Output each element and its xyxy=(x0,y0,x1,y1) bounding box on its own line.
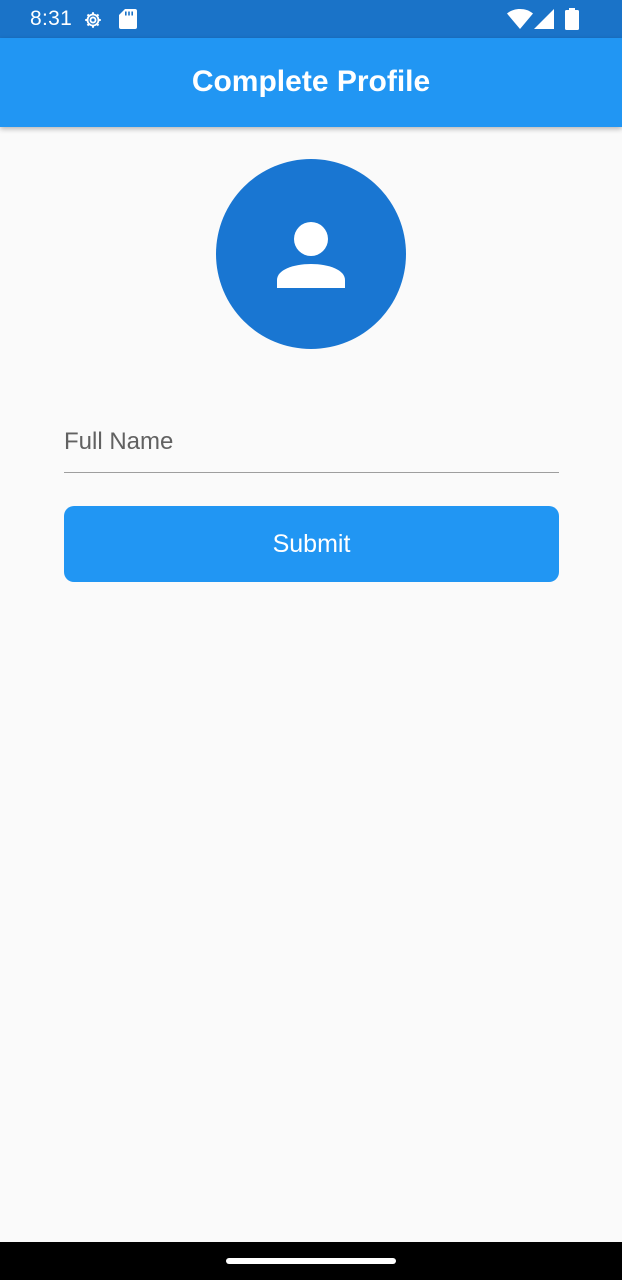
page-title: Complete Profile xyxy=(191,65,431,98)
person-icon xyxy=(277,222,345,288)
status-time: 8:31 xyxy=(30,7,73,30)
full-name-input[interactable] xyxy=(64,395,559,473)
wifi-icon xyxy=(507,9,533,29)
status-bar: 8:31 xyxy=(0,0,622,38)
full-name-field xyxy=(64,395,559,475)
home-gesture-handle[interactable] xyxy=(226,1258,396,1264)
screen: 8:31 Complete Profile Full Name Submit xyxy=(0,0,622,1280)
submit-button[interactable]: Submit xyxy=(64,506,559,582)
sd-card-icon xyxy=(119,9,137,29)
app-bar: Complete Profile xyxy=(0,38,622,127)
cell-signal-icon xyxy=(534,9,554,29)
navigation-bar xyxy=(0,1242,622,1280)
battery-icon xyxy=(565,8,579,30)
settings-gear-icon xyxy=(85,12,101,28)
